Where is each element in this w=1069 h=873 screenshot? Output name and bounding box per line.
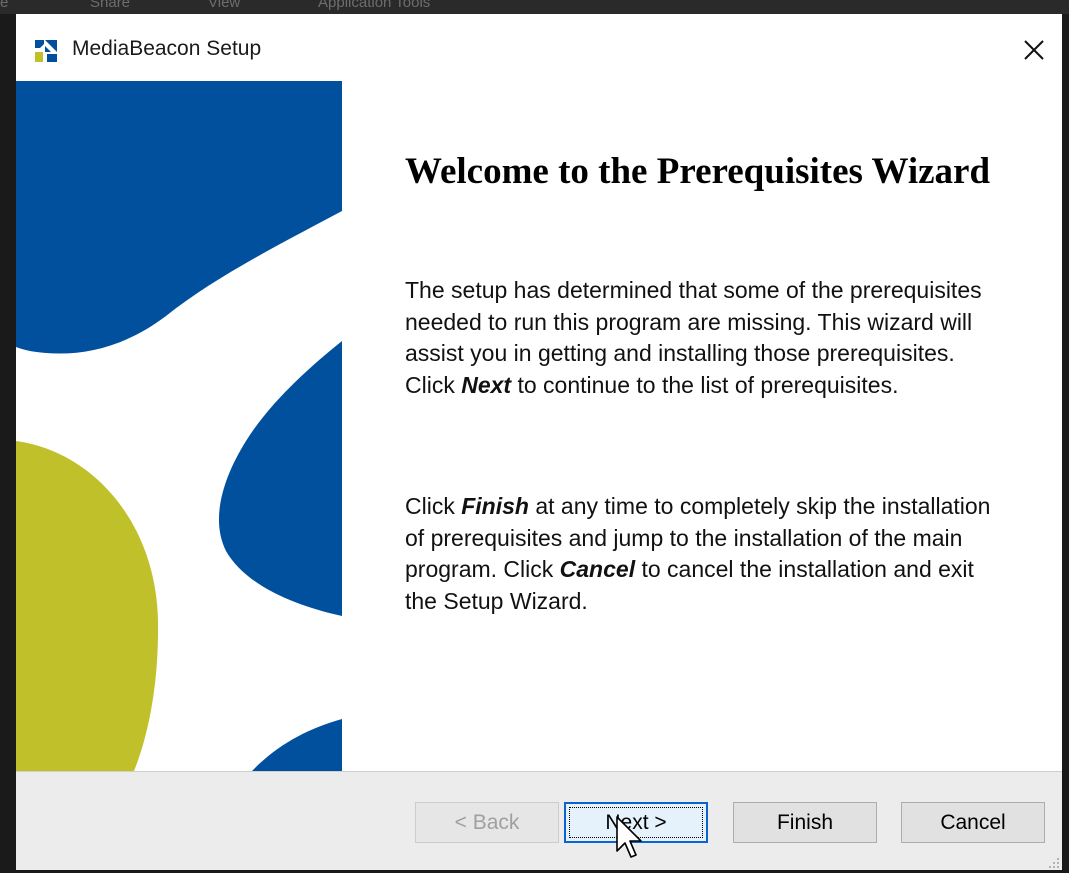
background-menu-item: Application Tools — [318, 0, 431, 11]
finish-cancel-paragraph: Click Finish at any time to completely s… — [405, 491, 1005, 617]
close-icon — [1024, 40, 1044, 60]
wizard-content: Welcome to the Prerequisites Wizard The … — [342, 81, 1062, 771]
background-menu-item: Share — [90, 0, 131, 11]
window-title: MediaBeacon Setup — [72, 37, 262, 60]
cancel-emphasis: Cancel — [559, 556, 636, 582]
background-explorer-menu: e Share View Application Tools — [0, 0, 1069, 14]
wizard-side-banner — [16, 81, 342, 771]
wizard-button-bar: < Back Next > Finish Cancel — [16, 771, 1062, 870]
finish-text-a: Click — [405, 493, 462, 519]
intro-text-tail: to continue to the list of prerequisites… — [511, 371, 899, 398]
resize-grip-icon[interactable] — [1046, 855, 1060, 869]
mediabeacon-logo-icon — [33, 38, 59, 64]
finish-button[interactable]: Finish — [733, 802, 877, 843]
mouse-pointer-icon — [616, 816, 642, 858]
intro-paragraph: The setup has determined that some of th… — [405, 275, 1005, 401]
wizard-heading: Welcome to the Prerequisites Wizard — [405, 151, 991, 192]
cancel-button[interactable]: Cancel — [901, 802, 1045, 843]
finish-emphasis: Finish — [461, 493, 529, 519]
banner-artwork — [16, 81, 342, 771]
back-button[interactable]: < Back — [415, 802, 559, 843]
close-button[interactable] — [1012, 30, 1056, 70]
title-bar[interactable]: MediaBeacon Setup — [16, 14, 1062, 81]
background-menu-item: e — [0, 0, 9, 11]
intro-next-emphasis: Next — [461, 371, 512, 398]
setup-wizard-window: MediaBeacon Setup Welcome to the Prerequ… — [16, 14, 1062, 870]
background-menu-item: View — [208, 0, 241, 11]
